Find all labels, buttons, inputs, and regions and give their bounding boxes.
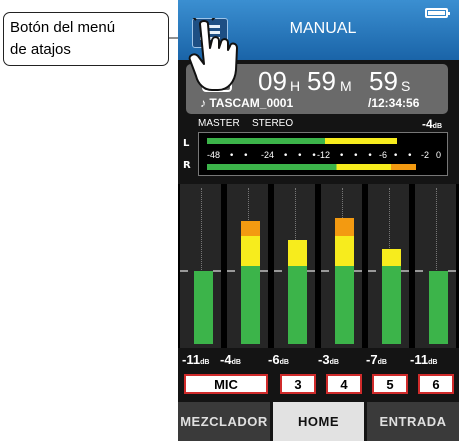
unity-mark <box>213 270 221 272</box>
scale-label: -24 <box>261 150 275 160</box>
screen-title: MANUAL <box>289 20 357 37</box>
channel-level-value: -4 <box>220 352 232 367</box>
channel-button-4[interactable]: 4 <box>326 374 362 394</box>
channel-level-unit: dB <box>428 359 438 366</box>
scale-label: 0 <box>436 150 442 160</box>
scale-label: -6 <box>379 150 388 160</box>
channel-level-value: -3 <box>318 352 330 367</box>
channel-level-unit: dB <box>231 359 241 366</box>
channel-meters <box>178 184 459 348</box>
scale-dots: • • <box>229 151 252 161</box>
channel-level-value: -11 <box>410 352 429 367</box>
unity-mark <box>368 270 376 272</box>
channel-button-mic[interactable]: MIC <box>184 374 268 394</box>
master-meter-left-bar <box>207 138 397 144</box>
channel-meter-bar <box>194 271 213 344</box>
channel-button-5[interactable]: 5 <box>372 374 408 394</box>
recorder-screen: MANUAL 09 H 59 M 59 S ♪ TASCAM_0001 /12:… <box>178 0 459 441</box>
channel-level-4: -3dB <box>318 352 339 367</box>
channel-button-3[interactable]: 3 <box>280 374 316 394</box>
unity-mark <box>260 270 268 272</box>
channel-level-value: -11 <box>182 352 201 367</box>
channel-level-6: -11dB <box>410 352 437 367</box>
channel-level-3: -6dB <box>268 352 289 367</box>
scale-dots: • • • <box>283 151 320 161</box>
channel-meter-2 <box>227 184 268 348</box>
channel-meter-bar <box>382 249 401 344</box>
total-time: /12:34:56 <box>368 96 420 110</box>
unity-mark <box>307 270 315 272</box>
channel-meter-bar <box>288 240 307 344</box>
channel-level-1: -11dB <box>182 352 209 367</box>
channel-level-5: -7dB <box>366 352 387 367</box>
unity-mark <box>274 270 282 272</box>
scale-label: -12 <box>317 150 331 160</box>
tab-entrada[interactable]: ENTRADA <box>367 402 459 441</box>
master-meter-right-bar <box>207 164 416 170</box>
channel-meter-bar <box>241 221 260 344</box>
channel-level-2: -4dB <box>220 352 241 367</box>
minutes-value: 59 <box>307 66 336 96</box>
minutes-unit: M <box>340 78 352 94</box>
channel-meter-bar <box>429 271 448 344</box>
unity-mark <box>354 270 362 272</box>
unity-mark <box>401 270 409 272</box>
channel-level-unit: dB <box>329 359 339 366</box>
scale-label: -48 <box>207 150 221 160</box>
channel-meter-3 <box>274 184 315 348</box>
master-meter: -48 • • -24 • • • -12 • • • -6 • • -2 0 <box>198 132 448 176</box>
unity-mark <box>415 270 423 272</box>
channel-meter-4 <box>321 184 362 348</box>
channel-level-unit: dB <box>279 359 289 366</box>
hand-pointer-icon <box>188 18 238 91</box>
channel-level-value: -7 <box>366 352 378 367</box>
tab-home[interactable]: HOME <box>273 402 364 441</box>
scale-dots: • • <box>393 151 416 161</box>
unity-mark <box>448 270 456 272</box>
battery-icon <box>425 8 450 18</box>
right-channel-label: R <box>183 160 191 171</box>
channel-level-unit: dB <box>200 359 210 366</box>
master-level-unit: dB <box>432 123 443 130</box>
master-level: -4dB <box>422 117 442 131</box>
channel-meter-5 <box>368 184 409 348</box>
unity-mark <box>321 270 329 272</box>
channel-button-6[interactable]: 6 <box>418 374 454 394</box>
seconds-value: 59 <box>369 66 398 96</box>
channel-meter-6 <box>415 184 456 348</box>
master-mode: STEREO <box>252 118 294 129</box>
unity-mark <box>180 270 188 272</box>
channel-level-value: -6 <box>268 352 280 367</box>
tab-mezclador[interactable]: MEZCLADOR <box>178 402 270 441</box>
master-level-value: -4 <box>422 117 433 131</box>
seconds-unit: S <box>401 78 411 94</box>
scale-dots: • • • <box>339 151 376 161</box>
channel-meter-bar <box>335 218 354 344</box>
channel-level-unit: dB <box>377 359 387 366</box>
unity-mark <box>227 270 235 272</box>
master-label: MASTER <box>198 118 240 129</box>
channel-meter-1 <box>180 184 221 348</box>
hours-unit: H <box>290 78 301 94</box>
left-channel-label: L <box>183 138 190 149</box>
scale-label: -2 <box>421 150 430 160</box>
